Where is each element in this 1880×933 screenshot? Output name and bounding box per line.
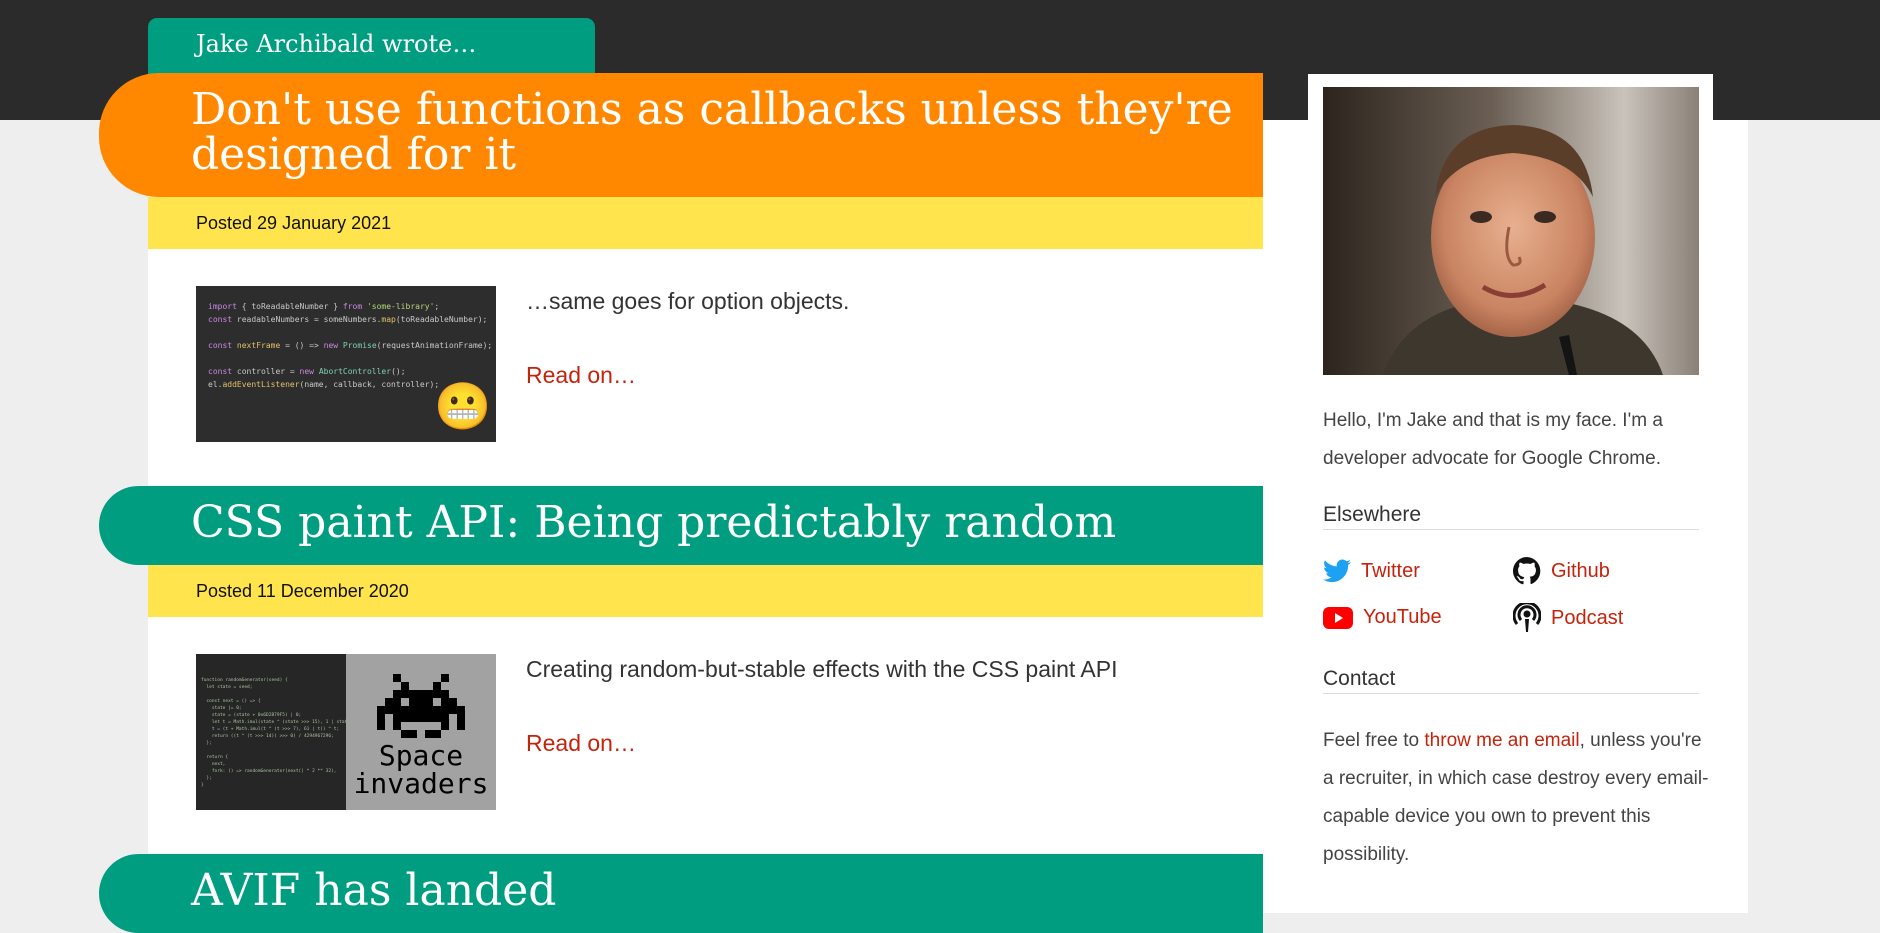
post-title-link[interactable]: AVIF has landed [191, 865, 556, 916]
twitter-label[interactable]: Twitter [1361, 560, 1420, 583]
github-icon [1513, 557, 1541, 585]
post-title-link[interactable]: Don't use functions as callbacks unless … [191, 84, 1233, 180]
post-date-text: Posted 29 January 2021 [196, 213, 392, 233]
avatar [1323, 87, 1699, 375]
space-invaders-caption: Space invaders [346, 742, 496, 798]
github-label[interactable]: Github [1551, 560, 1610, 583]
thumb-code-line: const readableNumbers = someNumbers.map(… [208, 315, 488, 324]
post-date: Posted 11 December 2020 [148, 565, 1263, 617]
thumb-code-line: let state = seed; [201, 685, 253, 690]
read-on-link[interactable]: Read on… [526, 730, 636, 757]
podcast-link[interactable]: Podcast [1513, 603, 1623, 633]
thumb-code-line: const controller = new AbortController()… [208, 367, 406, 376]
post-date: Posted 29 January 2021 [148, 197, 1263, 249]
read-on-link[interactable]: Read on… [526, 362, 636, 389]
twitter-link[interactable]: Twitter [1323, 559, 1420, 583]
thumb-code-line: state = (state + 0x6D2B79F5) | 0; [201, 713, 302, 718]
thumb-code-line: let t = Math.imul(state ^ (state >>> 15)… [201, 720, 346, 725]
site-title[interactable]: Jake Archibald wrote… [196, 30, 476, 58]
thumb-code-line: t = (t + Math.imul(t ^ (t >>> 7), 61 | t… [201, 727, 340, 732]
space-invaders-panel: Space invaders [346, 654, 496, 810]
bio-text: Hello, I'm Jake and that is my face. I'm… [1323, 410, 1663, 469]
twitter-icon [1323, 559, 1351, 583]
thumb-code-line: function randomGenerator(seed) { [201, 678, 288, 683]
contact-text: Feel free to throw me an email, unless y… [1323, 722, 1713, 874]
post-summary: …same goes for option objects. [526, 288, 850, 314]
space-invader-icon [377, 674, 465, 738]
post-summary: Creating random-but-stable effects with … [526, 656, 1118, 682]
thumb-code-line: import { toReadableNumber } from 'some-l… [208, 302, 440, 311]
thumb-code-line: const next = () => { [201, 699, 261, 704]
caption-line: invaders [353, 767, 489, 800]
elsewhere-heading: Elsewhere [1323, 503, 1699, 530]
thumb-code-line: state |= 0; [201, 706, 242, 711]
github-link[interactable]: Github [1513, 557, 1610, 585]
post-title-bar: AVIF has landed [99, 854, 1263, 933]
post-title-bar: CSS paint API: Being predictably random [99, 486, 1263, 565]
contact-heading: Contact [1323, 667, 1699, 694]
podcast-icon [1513, 603, 1541, 632]
youtube-icon [1323, 606, 1353, 629]
thumb-code-line: next, [201, 762, 226, 767]
youtube-link[interactable]: YouTube [1323, 606, 1442, 629]
thumb-code-line: el.addEventListener(name, callback, cont… [208, 380, 440, 389]
thumb-code-line: const nextFrame = () => new Promise(requ… [208, 341, 493, 350]
thumb-code-line: }; [201, 776, 212, 781]
thumb-code-line: fork: () => randomGenerator(next() * 2 *… [201, 769, 337, 774]
thumb-code-line: return { [201, 755, 229, 760]
email-link[interactable]: throw me an email [1424, 730, 1579, 751]
avatar-photo [1323, 87, 1699, 375]
thumb-code-line: }; [201, 741, 212, 746]
grimace-emoji-icon: 😬 [434, 380, 492, 432]
thumb-code-line: } [201, 783, 204, 788]
youtube-label[interactable]: YouTube [1363, 606, 1442, 629]
thumb-code-line: return ((t ^ (t >>> 14)) >>> 0) / 429496… [201, 734, 334, 739]
site-title-tab[interactable]: Jake Archibald wrote… [148, 18, 595, 74]
caption-line: Space [378, 739, 464, 772]
post-title-link[interactable]: CSS paint API: Being predictably random [191, 497, 1116, 548]
post-title-bar: Don't use functions as callbacks unless … [99, 73, 1263, 197]
post-date-text: Posted 11 December 2020 [196, 581, 409, 601]
post-thumbnail[interactable]: import { toReadableNumber } from 'some-l… [196, 286, 496, 442]
podcast-label[interactable]: Podcast [1551, 607, 1623, 630]
thumb-code-panel: function randomGenerator(seed) { let sta… [196, 654, 346, 810]
post-thumbnail[interactable]: function randomGenerator(seed) { let sta… [196, 654, 496, 810]
contact-text-before: Feel free to [1323, 730, 1425, 751]
